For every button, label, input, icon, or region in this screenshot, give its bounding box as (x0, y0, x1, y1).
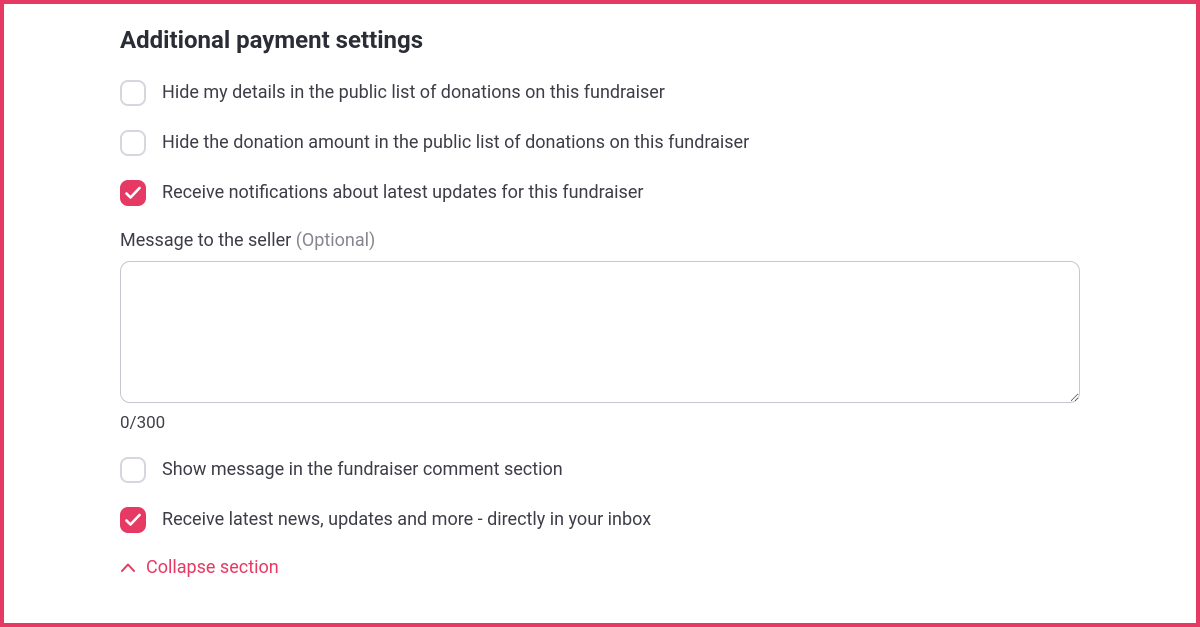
checkbox-hide-amount-row: Hide the donation amount in the public l… (120, 130, 1080, 156)
message-field-optional: (Optional) (296, 230, 376, 251)
page-title: Additional payment settings (120, 26, 1080, 54)
checkbox-show-message[interactable] (120, 457, 146, 483)
checkbox-newsletter-label: Receive latest news, updates and more - … (162, 508, 651, 531)
check-icon (125, 186, 141, 200)
message-field-label: Message to the seller (Optional) (120, 230, 1080, 251)
checkbox-hide-details[interactable] (120, 80, 146, 106)
message-char-count: 0/300 (120, 413, 1080, 433)
collapse-section-button[interactable]: Collapse section (120, 557, 1080, 578)
checkbox-hide-details-row: Hide my details in the public list of do… (120, 80, 1080, 106)
checkbox-notifications-label: Receive notifications about latest updat… (162, 181, 643, 204)
checkbox-newsletter[interactable] (120, 507, 146, 533)
chevron-up-icon (120, 561, 136, 575)
checkbox-hide-amount-label: Hide the donation amount in the public l… (162, 131, 749, 154)
checkbox-notifications[interactable] (120, 180, 146, 206)
message-textarea[interactable] (120, 261, 1080, 403)
checkbox-newsletter-row: Receive latest news, updates and more - … (120, 507, 1080, 533)
checkbox-show-message-label: Show message in the fundraiser comment s… (162, 458, 563, 481)
collapse-section-label: Collapse section (146, 557, 279, 578)
checkbox-show-message-row: Show message in the fundraiser comment s… (120, 457, 1080, 483)
checkbox-notifications-row: Receive notifications about latest updat… (120, 180, 1080, 206)
checkbox-hide-amount[interactable] (120, 130, 146, 156)
check-icon (125, 513, 141, 527)
message-field-label-text: Message to the seller (120, 230, 291, 251)
checkbox-hide-details-label: Hide my details in the public list of do… (162, 81, 665, 104)
